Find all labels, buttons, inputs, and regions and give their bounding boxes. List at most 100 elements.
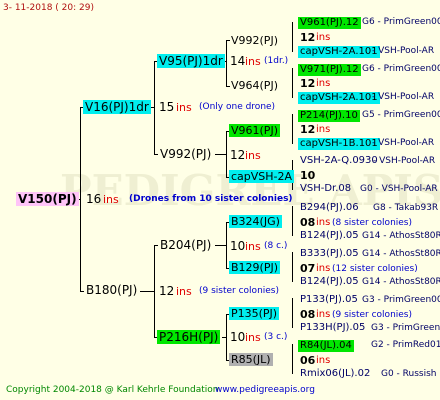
gen3-node[interactable]: V964(PJ) <box>231 80 278 91</box>
gen4-info: G3 - PrimGreen00 <box>371 323 440 333</box>
gen4-ins-value: 08 <box>300 216 316 229</box>
gen4-ins-value: 08 <box>300 308 316 321</box>
gen2-dam-sire-ins-unit: ins <box>245 240 261 253</box>
connector <box>154 245 155 337</box>
root-node[interactable]: V150(PJ) <box>16 192 79 206</box>
gen1-dam[interactable]: B180(PJ) <box>86 284 137 296</box>
gen2-dam-sire-ins-value: 10 <box>230 239 246 253</box>
gen4-info: G0 - VSH-Pool-AR <box>360 184 438 194</box>
gen4-ins-unit: ins <box>316 263 331 274</box>
gen2-dam-dam[interactable]: P216H(PJ) <box>157 330 221 344</box>
gen4-info: G3 - PrimGreen00 <box>362 295 440 305</box>
gen1-dam-ins-unit: ins <box>176 285 192 298</box>
root-ins-unit: ins <box>103 193 119 206</box>
gen4-node[interactable]: B294(PJ).06 <box>300 203 359 213</box>
gen1-dam-ins-value: 12 <box>159 284 175 298</box>
connector <box>154 154 158 155</box>
connector <box>80 107 81 291</box>
gen4-ins-value: 12 <box>300 31 316 44</box>
copyright: Copyright 2004-2018 @ Karl Kehrle Founda… <box>6 385 219 395</box>
gen2-sire-sire-ins-value: 14 <box>230 54 246 68</box>
gen4-node[interactable]: capVSH-2A.101 <box>298 92 380 104</box>
gen4-note: (12 sister colonies) <box>332 264 418 274</box>
gen4-node[interactable]: VSH-Dr.08 <box>300 184 351 194</box>
gen4-ins-unit: ins <box>316 32 331 43</box>
gen4-node[interactable]: capVSH-2A.101 <box>298 46 380 58</box>
gen4-node[interactable]: P133(PJ).05 <box>300 295 358 305</box>
gen4-ins-unit: ins <box>316 355 331 366</box>
gen2-dam-dam-note: (3 c.) <box>264 332 288 342</box>
website-link[interactable]: www.pedigreeapis.org <box>215 386 315 395</box>
gen4-node[interactable]: P133H(PJ).05 <box>300 323 365 333</box>
gen1-dam-note: (9 sister colonies) <box>199 286 280 296</box>
connector <box>226 314 227 360</box>
gen4-ins-value: 10 <box>300 169 316 182</box>
gen1-sire-note: (Only one drone) <box>199 102 276 112</box>
gen4-node[interactable]: B124(PJ).05 <box>300 231 359 241</box>
root-ins-value: 16 <box>86 192 102 206</box>
connector <box>215 154 226 155</box>
connector <box>292 206 293 236</box>
gen1-sire-ins-value: 15 <box>159 100 175 114</box>
gen4-info: G8 - Takab93R <box>373 203 439 213</box>
connector <box>226 222 227 268</box>
gen1-sire[interactable]: V16(PJ)1dr <box>83 100 151 114</box>
gen1-sire-ins-unit: ins <box>176 101 192 114</box>
connector <box>140 291 154 292</box>
gen4-node[interactable]: P214(PJ).10 <box>298 110 360 122</box>
gen4-ins-unit: ins <box>316 217 331 228</box>
root-note: (Drones from 10 sister colonies) <box>129 194 293 204</box>
connector <box>80 291 84 292</box>
gen4-node[interactable]: capVSH-1B.101 <box>298 138 380 150</box>
connector <box>292 68 293 98</box>
gen2-dam-sire[interactable]: B204(PJ) <box>160 239 211 251</box>
gen4-ins-value: 06 <box>300 354 316 367</box>
gen3-node[interactable]: capVSH-2A <box>229 170 295 183</box>
gen4-ins-unit: ins <box>316 309 331 320</box>
connector <box>226 40 227 86</box>
gen2-sire-dam[interactable]: V992(PJ) <box>160 148 211 160</box>
connector <box>154 61 155 154</box>
gen4-ins-value: 12 <box>300 123 316 136</box>
gen4-node[interactable]: R84(JL).04 <box>298 340 354 352</box>
gen3-node[interactable]: P135(PJ) <box>229 307 280 320</box>
gen2-sire-sire-ins-unit: ins <box>245 55 261 68</box>
gen3-node[interactable]: V992(PJ) <box>231 35 278 46</box>
gen4-node[interactable]: V961(PJ).12 <box>298 17 361 29</box>
gen2-sire-dam-ins-unit: ins <box>245 149 261 162</box>
gen3-node[interactable]: B129(PJ) <box>229 261 281 274</box>
gen4-node[interactable]: Rmix06(JL).02 <box>300 369 370 379</box>
gen4-info: G5 - PrimGreen00 <box>362 110 440 120</box>
gen4-ins-unit: ins <box>316 78 331 89</box>
gen4-info: G2 - PrimRed01 <box>371 340 440 350</box>
gen3-node[interactable]: R85(JL) <box>229 353 273 366</box>
connector <box>292 252 293 282</box>
gen3-node[interactable]: V961(PJ) <box>229 124 280 137</box>
gen4-info: G14 - AthosSt80R <box>362 249 440 259</box>
gen4-info: - VSH-Pool-AR <box>372 92 435 102</box>
gen3-node[interactable]: B324(JG) <box>229 215 282 228</box>
connector <box>226 131 227 177</box>
gen4-info: G6 - PrimGreen00 <box>362 64 440 74</box>
connector <box>292 344 293 374</box>
connector <box>226 86 230 87</box>
gen4-info: G6 - PrimGreen00 <box>362 17 440 27</box>
gen4-info: G14 - AthosSt80R <box>362 231 440 241</box>
gen2-sire-dam-ins-value: 12 <box>230 148 246 162</box>
connector <box>215 245 226 246</box>
gen4-ins-unit: ins <box>316 124 331 135</box>
gen4-info: - VSH-Pool-AR <box>372 138 435 148</box>
gen4-node[interactable]: B124(PJ).05 <box>300 277 359 287</box>
pedigree-chart: PEDIGREE APIS 3- 11-2018 ( 20: 29) V150(… <box>0 0 440 400</box>
gen2-sire-sire-note: (1dr.) <box>264 56 289 66</box>
gen4-ins-value: 07 <box>300 262 316 275</box>
gen4-ins-value: 12 <box>300 77 316 90</box>
gen2-dam-dam-ins-unit: ins <box>245 331 261 344</box>
gen4-node[interactable]: VSH-2A-Q.0930 <box>300 156 378 166</box>
gen2-sire-sire[interactable]: V95(PJ)1dr <box>157 54 225 68</box>
connector <box>292 298 293 328</box>
gen4-note: (9 sister colonies) <box>332 310 413 320</box>
gen4-node[interactable]: B333(PJ).05 <box>300 249 359 259</box>
gen2-dam-dam-ins-value: 10 <box>230 330 246 344</box>
gen4-node[interactable]: V971(PJ).12 <box>298 64 361 76</box>
